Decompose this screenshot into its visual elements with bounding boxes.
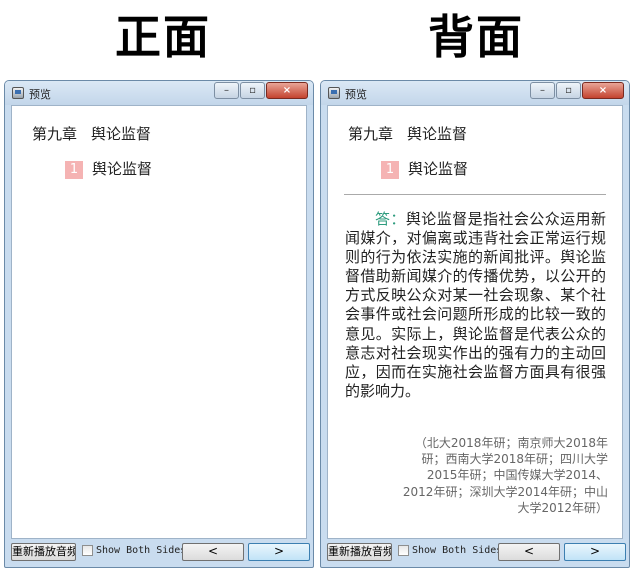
replay-audio-button[interactable]: 重新播放音频 bbox=[327, 543, 392, 561]
back-heading: 背面 bbox=[428, 10, 524, 64]
answer-source: （北大2018年研；南京师大2018年研；西南大学2018年研；四川大学2015… bbox=[402, 436, 608, 515]
answer-prefix: 答： bbox=[375, 210, 406, 228]
show-both-sides-checkbox[interactable] bbox=[82, 545, 93, 556]
bottom-bar: 重新播放音频 Show Both Sides < > bbox=[11, 543, 310, 563]
maximize-button[interactable]: ▫ bbox=[240, 82, 265, 99]
window-title: 预览 bbox=[345, 88, 367, 101]
show-both-sides-toggle[interactable]: Show Both Sides bbox=[82, 545, 186, 556]
chapter-number: 第九章 bbox=[32, 125, 78, 143]
next-button[interactable]: > bbox=[248, 543, 310, 561]
chapter-heading: 第九章 舆论监督 bbox=[32, 123, 151, 144]
show-both-sides-label: Show Both Sides bbox=[96, 545, 187, 556]
show-both-sides-toggle[interactable]: Show Both Sides bbox=[398, 545, 502, 556]
answer-divider bbox=[344, 194, 606, 195]
chapter-heading: 第九章 舆论监督 bbox=[348, 123, 467, 144]
front-preview-window: 预览 – ▫ × 第九章 舆论监督 1 舆论监督 重新播放音频 Show Both … bbox=[4, 80, 314, 568]
section-title: 舆论监督 bbox=[408, 160, 469, 178]
prev-button[interactable]: < bbox=[182, 543, 244, 561]
show-both-sides-label: Show Both Sides bbox=[412, 545, 503, 556]
answer-text: 答：舆论监督是指社会公众运用新闻媒介，对偏离或违背社会正常运行规则的行为依法实施… bbox=[345, 210, 606, 401]
app-icon bbox=[328, 87, 340, 99]
section-number-badge: 1 bbox=[381, 161, 399, 179]
app-icon bbox=[12, 87, 24, 99]
answer-body: 舆论监督是指社会公众运用新闻媒介，对偏离或违背社会正常运行规则的行为依法实施的新… bbox=[345, 210, 606, 400]
next-button[interactable]: > bbox=[564, 543, 626, 561]
minimize-button[interactable]: – bbox=[530, 82, 555, 99]
card-content: 第九章 舆论监督 1 舆论监督 答：舆论监督是指社会公众运用新闻媒介，对偏离或违背社… bbox=[327, 105, 623, 539]
replay-audio-button[interactable]: 重新播放音频 bbox=[11, 543, 76, 561]
show-both-sides-checkbox[interactable] bbox=[398, 545, 409, 556]
close-button[interactable]: × bbox=[266, 82, 308, 99]
minimize-button[interactable]: – bbox=[214, 82, 239, 99]
chapter-title: 舆论监督 bbox=[407, 125, 468, 143]
title-bar[interactable]: 预览 – ▫ × bbox=[5, 81, 313, 105]
chapter-number: 第九章 bbox=[348, 125, 394, 143]
card-content: 第九章 舆论监督 1 舆论监督 bbox=[11, 105, 307, 539]
back-preview-window: 预览 – ▫ × 第九章 舆论监督 1 舆论监督 答：舆论监督是指社会公众运用新闻媒… bbox=[320, 80, 630, 568]
window-title: 预览 bbox=[29, 88, 51, 101]
prev-button[interactable]: < bbox=[498, 543, 560, 561]
chapter-title: 舆论监督 bbox=[91, 125, 152, 143]
section-heading: 1 舆论监督 bbox=[381, 158, 468, 179]
bottom-bar: 重新播放音频 Show Both Sides < > bbox=[327, 543, 626, 563]
section-heading: 1 舆论监督 bbox=[65, 158, 152, 179]
front-heading: 正面 bbox=[115, 10, 211, 64]
maximize-button[interactable]: ▫ bbox=[556, 82, 581, 99]
title-bar[interactable]: 预览 – ▫ × bbox=[321, 81, 629, 105]
close-button[interactable]: × bbox=[582, 82, 624, 99]
section-title: 舆论监督 bbox=[92, 160, 153, 178]
section-number-badge: 1 bbox=[65, 161, 83, 179]
